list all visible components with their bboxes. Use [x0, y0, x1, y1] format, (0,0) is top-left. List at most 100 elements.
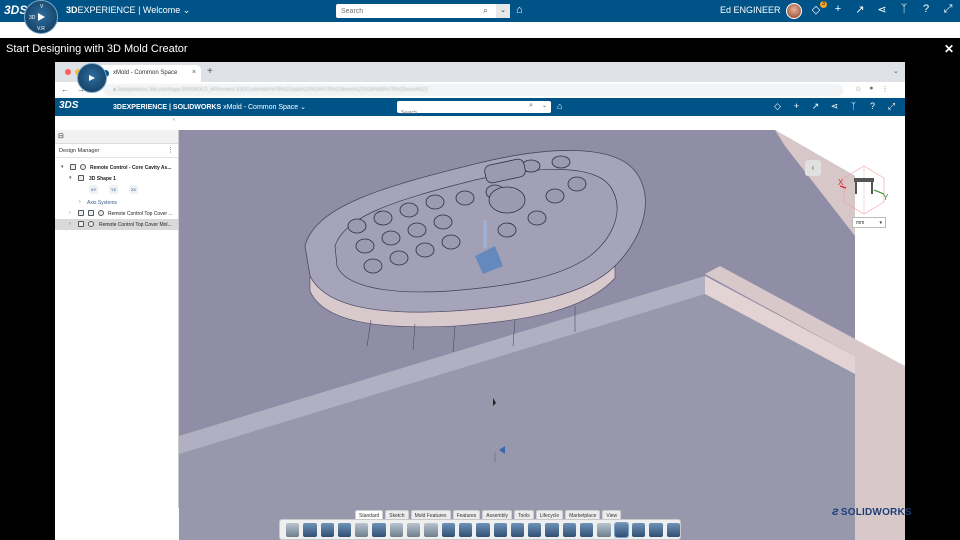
properties-icon[interactable]	[372, 522, 386, 537]
expand-icon[interactable]: ›	[79, 199, 81, 205]
fullscreen-icon[interactable]: ⤢	[887, 101, 896, 112]
mold-tool-icon[interactable]	[613, 521, 629, 538]
user-name[interactable]: Ed ENGINEER	[720, 5, 781, 15]
more-options-icon[interactable]: ⋮	[167, 146, 174, 154]
notification-icon[interactable]: ◇	[773, 101, 782, 112]
tree-item-label: 3D Shape 1	[89, 176, 116, 182]
tag-icon[interactable]: ⌂	[557, 101, 562, 111]
interference-icon[interactable]	[545, 522, 559, 537]
export-icon[interactable]	[666, 522, 680, 537]
add-icon[interactable]: +	[792, 101, 801, 112]
expand-icon[interactable]: ›	[69, 210, 71, 216]
collapse-panel-right-icon[interactable]: ‹	[805, 160, 821, 176]
save-icon[interactable]	[320, 522, 334, 537]
settings-icon[interactable]	[355, 522, 369, 537]
collaborate-icon[interactable]: ᛉ	[898, 3, 910, 16]
search-dropdown-icon[interactable]: ⌄	[496, 4, 510, 18]
tree-item[interactable]: › Axis Systems	[55, 197, 178, 208]
share-icon[interactable]: ↗	[854, 3, 866, 16]
plane-zx-icon[interactable]: ZX	[129, 185, 138, 194]
tree-tab-icon[interactable]: ⊟	[58, 132, 64, 140]
view-cube-icon[interactable]: X Y	[838, 158, 890, 218]
notification-badge: 3	[820, 1, 827, 8]
tab-list-chevron-icon[interactable]: ⌄	[893, 67, 899, 75]
platform-brand[interactable]: 3DEXPERIENCE | Welcome ⌄	[66, 5, 190, 16]
app-brand[interactable]: 3DEXPERIENCE | SOLIDWORKS xMold - Common…	[113, 103, 306, 111]
link-icon	[80, 164, 86, 170]
plane-icons-row: XY YZ ZX	[55, 184, 178, 197]
plane-yz-icon[interactable]: YZ	[109, 185, 118, 194]
play-icon	[37, 13, 45, 21]
chevron-down-icon: ⌄	[182, 5, 191, 15]
new-icon[interactable]	[286, 522, 300, 537]
play-icon	[89, 75, 95, 81]
app-name: Welcome	[142, 5, 181, 15]
link-icon	[88, 221, 94, 227]
appearance-icon[interactable]	[580, 522, 594, 537]
network-icon[interactable]: ⋖	[876, 3, 888, 16]
profile-icon[interactable]: ●	[869, 85, 873, 93]
search-icon[interactable]: ⌕	[529, 102, 533, 110]
unit-dropdown[interactable]: mm ▾	[852, 217, 886, 228]
browser-tab-title: xMold - Common Space	[113, 70, 178, 76]
tree-item[interactable]: › Remote Control Top Cover ...	[55, 208, 178, 219]
tree-item[interactable]: ▾ Remote Control - Core Cavity As...	[55, 162, 178, 173]
collapse-panel-icon[interactable]: ‹	[173, 117, 175, 123]
3ds-logo[interactable]: 3DS	[59, 100, 78, 111]
search-icon[interactable]: ⌕	[483, 5, 488, 16]
bookmark-icon[interactable]: ☆	[855, 85, 861, 93]
search-dropdown-icon[interactable]: ⌄	[542, 102, 547, 109]
save-as-icon[interactable]	[337, 522, 352, 537]
expand-icon[interactable]: ▾	[61, 164, 64, 170]
section-icon[interactable]	[562, 522, 577, 537]
explode-icon[interactable]	[528, 522, 542, 537]
share-icon[interactable]: ↗	[811, 101, 820, 112]
network-icon[interactable]: ⋖	[830, 101, 839, 112]
fullscreen-icon[interactable]: ⤢	[942, 3, 954, 16]
brand-prefix: 3D	[66, 5, 78, 15]
top-bar-actions: ◇ + ↗ ⋖ ᛉ ? ⤢	[810, 3, 954, 16]
measure-icon[interactable]	[441, 522, 455, 537]
insert-component-icon[interactable]	[458, 522, 473, 537]
help-icon[interactable]: ?	[920, 3, 932, 16]
3d-model-canvas[interactable]	[55, 116, 905, 540]
back-icon[interactable]: ←	[61, 85, 69, 94]
help-icon[interactable]	[424, 522, 438, 537]
close-tab-icon[interactable]: ×	[192, 69, 196, 76]
app-compass-icon[interactable]	[77, 63, 107, 93]
compass-label-left: 3D	[29, 15, 36, 21]
collaborate-icon[interactable]: ᛉ	[849, 101, 858, 112]
url-field[interactable]: ■ 3dexperience.3ds.com/#app:SWXMOLD_AP/c…	[103, 84, 843, 96]
tag-icon[interactable]: ⌂	[516, 4, 523, 16]
tree-item[interactable]: ▾ 3D Shape 1	[55, 173, 178, 184]
redo-icon[interactable]	[407, 522, 421, 537]
help-icon[interactable]: ?	[868, 101, 877, 112]
3d-viewport[interactable]: ‹ ⊟ Design Manager ⋮ ▾ Remote Control - …	[55, 116, 905, 540]
compass-icon[interactable]: 3D V V.R	[24, 0, 58, 34]
part-icon	[78, 221, 84, 227]
search-input[interactable]	[336, 7, 476, 15]
tree-item-selected[interactable]: › Remote Control Top Cover Mol...	[55, 219, 178, 230]
mate-icon[interactable]	[476, 522, 490, 537]
avatar[interactable]	[786, 3, 802, 19]
platform-search: ⌕ ⌄	[336, 4, 510, 18]
split-icon[interactable]	[649, 522, 663, 537]
expand-icon[interactable]: ›	[69, 221, 71, 227]
open-icon[interactable]	[303, 522, 317, 537]
add-icon[interactable]: +	[832, 3, 844, 16]
new-tab-icon[interactable]: +	[207, 66, 213, 77]
axis-x-label: X	[838, 178, 844, 187]
design-manager-header: Design Manager ⋮	[55, 144, 178, 158]
close-window-dot[interactable]	[65, 69, 71, 75]
pattern-icon[interactable]	[493, 522, 507, 537]
close-icon[interactable]: ✕	[944, 42, 954, 56]
plane-xy-icon[interactable]: XY	[89, 185, 98, 194]
core-cavity-icon[interactable]	[631, 522, 646, 537]
expand-icon[interactable]: ▾	[69, 175, 72, 181]
undo-icon[interactable]	[389, 522, 404, 537]
move-component-icon[interactable]	[510, 522, 525, 537]
menu-icon[interactable]: ⋮	[882, 85, 889, 93]
browser-tab[interactable]: xMold - Common Space ×	[97, 65, 201, 82]
video-title: Start Designing with 3D Mold Creator	[6, 43, 188, 55]
attach-icon[interactable]	[597, 522, 611, 537]
